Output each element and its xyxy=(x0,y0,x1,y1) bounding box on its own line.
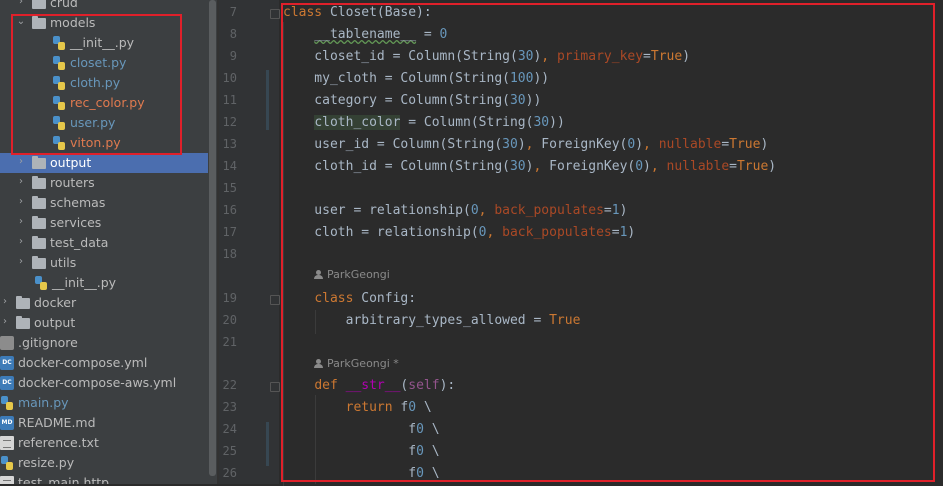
tree-item-output[interactable]: › output xyxy=(0,153,208,173)
chevron-right-icon[interactable]: › xyxy=(16,175,26,189)
chevron-right-icon[interactable]: › xyxy=(16,0,26,9)
chevron-right-icon[interactable]: › xyxy=(0,315,10,329)
tree-item-label: utils xyxy=(50,255,77,270)
folder-icon xyxy=(32,216,46,229)
tree-item-reference-txt[interactable]: reference.txt xyxy=(0,433,208,453)
tree-item-label: crud xyxy=(50,0,78,10)
chevron-right-icon[interactable]: › xyxy=(0,295,10,309)
gitignore-file-icon xyxy=(0,336,14,350)
folder-icon xyxy=(32,236,46,249)
line-number: 9 xyxy=(229,49,237,63)
line-number: 16 xyxy=(222,203,237,217)
folder-icon xyxy=(32,156,46,169)
line-number: 22 xyxy=(222,378,237,392)
text-file-icon xyxy=(0,476,14,484)
line-number: 26 xyxy=(222,466,237,480)
python-file-icon xyxy=(0,396,14,410)
tree-item-label: reference.txt xyxy=(18,435,99,450)
chevron-right-icon[interactable]: › xyxy=(16,195,26,209)
tree-item-label: output xyxy=(34,315,76,330)
tree-item-label: docker-compose.yml xyxy=(18,355,148,370)
line-number: 20 xyxy=(222,313,237,327)
tree-item-readme-md[interactable]: MD README.md xyxy=(0,413,208,433)
line-number: 24 xyxy=(222,422,237,436)
fold-toggle-icon[interactable] xyxy=(270,9,280,19)
line-number: 23 xyxy=(222,400,237,414)
project-tree-scrollbar[interactable] xyxy=(208,0,217,484)
annotation-box-code xyxy=(281,3,935,482)
tree-item-gitignore[interactable]: .gitignore xyxy=(0,333,208,353)
tree-item-test-main-http[interactable]: test_main.http xyxy=(0,473,208,484)
annotation-box-models xyxy=(11,14,182,155)
folder-icon xyxy=(32,256,46,269)
docker-compose-icon: DC xyxy=(0,376,14,390)
docker-compose-icon: DC xyxy=(0,356,14,370)
scrollbar-thumb[interactable] xyxy=(209,0,216,476)
tree-item-label: test_main.http xyxy=(18,475,110,484)
tree-item-label: main.py xyxy=(18,395,69,410)
chevron-right-icon[interactable]: › xyxy=(16,235,26,249)
line-number: 25 xyxy=(222,444,237,458)
folder-icon xyxy=(16,296,30,309)
tree-item-label: docker xyxy=(34,295,77,310)
line-number: 17 xyxy=(222,225,237,239)
tree-item-label: README.md xyxy=(18,415,96,430)
python-file-icon xyxy=(0,456,14,470)
tree-item-routers[interactable]: › routers xyxy=(0,173,208,193)
tree-item-label: routers xyxy=(50,175,95,190)
folder-icon xyxy=(32,176,46,189)
python-file-icon xyxy=(34,276,48,290)
line-number: 10 xyxy=(222,71,237,85)
fold-toggle-icon[interactable] xyxy=(270,295,280,305)
text-file-icon xyxy=(0,436,14,450)
tree-item-crud[interactable]: › crud xyxy=(0,0,208,13)
tree-item-label: services xyxy=(50,215,102,230)
tree-item-output[interactable]: › output xyxy=(0,313,208,333)
line-number: 18 xyxy=(222,247,237,261)
tree-item-docker-compose-yml[interactable]: DC docker-compose.yml xyxy=(0,353,208,373)
line-number: 19 xyxy=(222,291,237,305)
tree-item-label: schemas xyxy=(50,195,106,210)
tree-item-schemas[interactable]: › schemas xyxy=(0,193,208,213)
tree-item-label: docker-compose-aws.yml xyxy=(18,375,177,390)
line-number: 8 xyxy=(229,27,237,41)
change-marker xyxy=(266,422,269,466)
chevron-right-icon[interactable]: › xyxy=(16,155,26,169)
tree-item-label: test_data xyxy=(50,235,109,250)
folder-icon xyxy=(16,316,30,329)
tree-item-label: output xyxy=(50,155,92,170)
line-number: 7 xyxy=(229,5,237,19)
line-number: 21 xyxy=(222,335,237,349)
chevron-right-icon[interactable]: › xyxy=(16,215,26,229)
line-number: 11 xyxy=(222,93,237,107)
line-number: 13 xyxy=(222,137,237,151)
line-number: 14 xyxy=(222,159,237,173)
folder-icon xyxy=(32,196,46,209)
tree-item-utils[interactable]: › utils xyxy=(0,253,208,273)
tree-item-label: __init__.py xyxy=(52,275,117,290)
markdown-file-icon: MD xyxy=(0,416,14,430)
tree-item-docker[interactable]: › docker xyxy=(0,293,208,313)
tree-item-main-py[interactable]: main.py xyxy=(0,393,208,413)
tree-item-services[interactable]: › services xyxy=(0,213,208,233)
tree-item-test-data[interactable]: › test_data xyxy=(0,233,208,253)
tree-item-label: resize.py xyxy=(18,455,75,470)
tree-item-docker-compose-aws-yml[interactable]: DC docker-compose-aws.yml xyxy=(0,373,208,393)
folder-icon xyxy=(32,0,46,9)
line-number: 12 xyxy=(222,115,237,129)
tree-item-init-py[interactable]: __init__.py xyxy=(0,273,208,293)
tree-item-label: .gitignore xyxy=(18,335,78,350)
line-number: 15 xyxy=(222,181,237,195)
tree-item-resize-py[interactable]: resize.py xyxy=(0,453,208,473)
chevron-right-icon[interactable]: › xyxy=(16,255,26,269)
change-marker xyxy=(266,70,269,130)
fold-toggle-icon[interactable] xyxy=(270,382,280,392)
